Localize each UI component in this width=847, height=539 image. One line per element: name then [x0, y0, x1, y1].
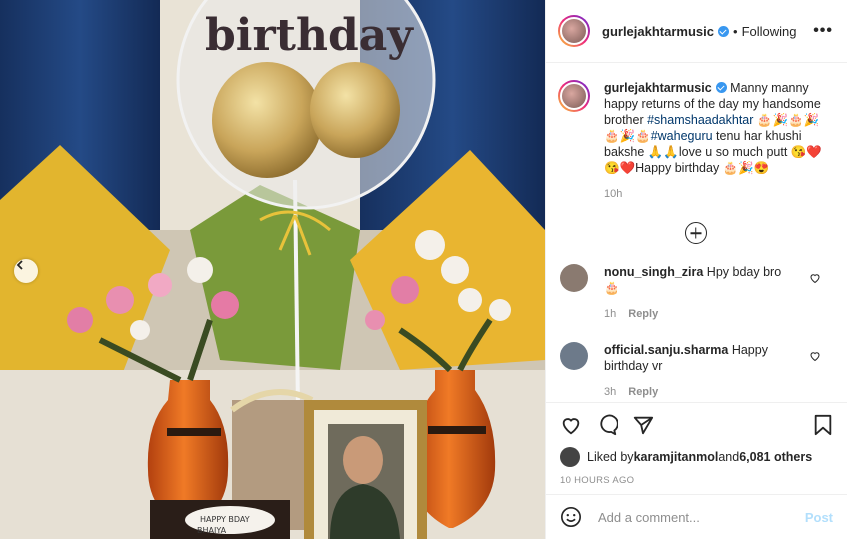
- caption-username[interactable]: gurlejakhtarmusic: [604, 81, 712, 95]
- cake-text-2: BHAIYA: [197, 526, 227, 535]
- bookmark-icon[interactable]: [813, 414, 833, 436]
- caption-avatar[interactable]: [558, 80, 590, 112]
- reply-button[interactable]: Reply: [628, 386, 658, 398]
- post-header: gurlejakhtarmusic • Following •••: [546, 0, 847, 63]
- verified-badge-icon: [718, 25, 729, 37]
- commenter-avatar[interactable]: [560, 264, 588, 292]
- hashtag-link[interactable]: #waheguru: [651, 129, 713, 143]
- liker-username[interactable]: karamjitanmol: [634, 450, 719, 464]
- caption-time[interactable]: 10h: [604, 186, 824, 202]
- heart-icon[interactable]: [809, 350, 821, 362]
- post-comment-button[interactable]: Post: [805, 510, 833, 525]
- comment: nonu_singh_zira Hpy bday bro 🎂 1h Reply: [558, 264, 833, 322]
- post-sidebar: gurlejakhtarmusic • Following ••• gurlej…: [545, 0, 847, 539]
- load-more-comments-icon[interactable]: [684, 222, 707, 244]
- emoji-smiley-icon[interactable]: [560, 506, 582, 528]
- reply-button[interactable]: Reply: [628, 308, 658, 320]
- author-avatar[interactable]: [558, 15, 590, 47]
- likes-prefix: Liked by: [587, 450, 634, 464]
- more-options-icon[interactable]: •••: [813, 22, 833, 40]
- photo-scene: birthday HAPPY BDAY BHAIYA: [0, 0, 545, 539]
- hashtag-link[interactable]: #shamshaadakhtar: [647, 113, 753, 127]
- comment-time[interactable]: 3h: [604, 386, 616, 398]
- comment-input[interactable]: Add a comment...: [598, 510, 700, 525]
- commenter-username[interactable]: nonu_singh_zira: [604, 265, 703, 279]
- separator-dot: •: [733, 23, 738, 39]
- liker-avatar[interactable]: [560, 447, 580, 467]
- caption: gurlejakhtarmusic Manny manny happy retu…: [558, 80, 833, 202]
- post-photo[interactable]: birthday HAPPY BDAY BHAIYA: [0, 0, 545, 539]
- comment: official.sanju.sharma Happy birthday vr …: [558, 342, 833, 400]
- comment-time[interactable]: 1h: [604, 308, 616, 320]
- chevron-left-icon: [16, 260, 23, 270]
- previous-image-button[interactable]: [14, 259, 38, 283]
- post-timestamp[interactable]: 10 HOURS AGO: [560, 475, 833, 486]
- instagram-post: birthday HAPPY BDAY BHAIYA gurlejakhtarm…: [0, 0, 847, 539]
- share-send-icon[interactable]: [632, 414, 654, 436]
- balloon-text: birthday: [205, 10, 414, 61]
- action-bar: Liked by karamjitanmol and 6,081 others …: [546, 402, 847, 486]
- likes-summary: Liked by karamjitanmol and 6,081 others: [560, 447, 833, 467]
- author-username[interactable]: gurlejakhtarmusic: [602, 24, 714, 39]
- comments-section[interactable]: gurlejakhtarmusic Manny manny happy retu…: [546, 64, 847, 402]
- verified-badge-icon: [715, 82, 727, 93]
- cake-text-1: HAPPY BDAY: [200, 515, 250, 524]
- likes-count[interactable]: 6,081 others: [739, 450, 812, 464]
- like-heart-icon[interactable]: [560, 414, 582, 436]
- commenter-avatar[interactable]: [560, 342, 588, 370]
- add-comment-bar: Add a comment... Post: [546, 494, 847, 539]
- likes-middle: and: [718, 450, 740, 464]
- comment-bubble-icon[interactable]: [596, 414, 618, 436]
- following-button[interactable]: Following: [742, 24, 797, 39]
- commenter-username[interactable]: official.sanju.sharma: [604, 343, 728, 357]
- heart-icon[interactable]: [809, 272, 821, 284]
